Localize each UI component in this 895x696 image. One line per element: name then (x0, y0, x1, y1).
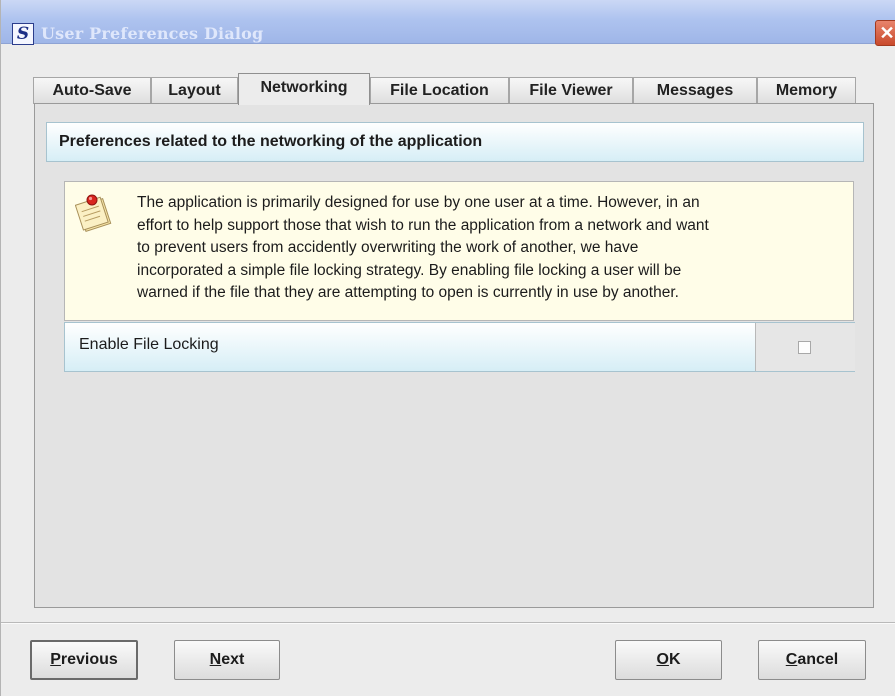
info-line: to prevent users from accidently overwri… (137, 239, 639, 256)
app-logo-icon: S (12, 23, 34, 45)
info-line: incorporated a simple file locking strat… (137, 261, 682, 279)
ok-label: K (668, 651, 681, 668)
footer-separator (1, 622, 895, 624)
checkbox-cell[interactable] (755, 323, 855, 371)
info-line: The application is primarily designed fo… (137, 194, 700, 211)
tab-file-location[interactable]: File Location (370, 77, 509, 104)
tab-auto-save[interactable]: Auto-Save (33, 77, 151, 104)
enable-file-locking-checkbox[interactable] (798, 341, 811, 354)
ok-button[interactable]: OK (615, 640, 722, 680)
tab-messages[interactable]: Messages (633, 77, 757, 104)
info-text: The application is primarily designed fo… (137, 192, 837, 305)
panel-header: Preferences related to the networking of… (46, 122, 864, 162)
cancel-label: ancel (797, 651, 839, 668)
next-button[interactable]: Next (174, 640, 280, 680)
ok-mnemonic: O (656, 651, 669, 668)
cancel-button[interactable]: Cancel (758, 640, 866, 680)
info-line: warned if the file that they are attempt… (137, 284, 679, 301)
title-bar[interactable]: S User Preferences Dialog ✕ (1, 0, 895, 46)
previous-mnemonic: P (50, 651, 61, 668)
previous-label: revious (60, 651, 118, 668)
user-preferences-dialog: S User Preferences Dialog ✕ Auto-Save La… (0, 0, 895, 696)
info-line: effort to help support those that wish t… (137, 216, 709, 234)
tab-file-viewer[interactable]: File Viewer (509, 77, 633, 104)
networking-panel: Preferences related to the networking of… (34, 103, 874, 608)
next-mnemonic: N (209, 651, 222, 668)
info-box: The application is primarily designed fo… (64, 181, 854, 321)
tab-memory[interactable]: Memory (757, 77, 856, 104)
enable-file-locking-row: Enable File Locking (64, 322, 855, 372)
window-title: User Preferences Dialog (41, 24, 264, 43)
notes-icon (74, 192, 113, 232)
next-label: ext (221, 651, 245, 668)
previous-button[interactable]: Previous (30, 640, 138, 680)
close-button[interactable]: ✕ (875, 20, 895, 46)
tab-networking[interactable]: Networking (238, 73, 370, 105)
enable-file-locking-label: Enable File Locking (79, 336, 219, 353)
tab-layout[interactable]: Layout (151, 77, 238, 104)
cancel-mnemonic: C (785, 651, 798, 668)
